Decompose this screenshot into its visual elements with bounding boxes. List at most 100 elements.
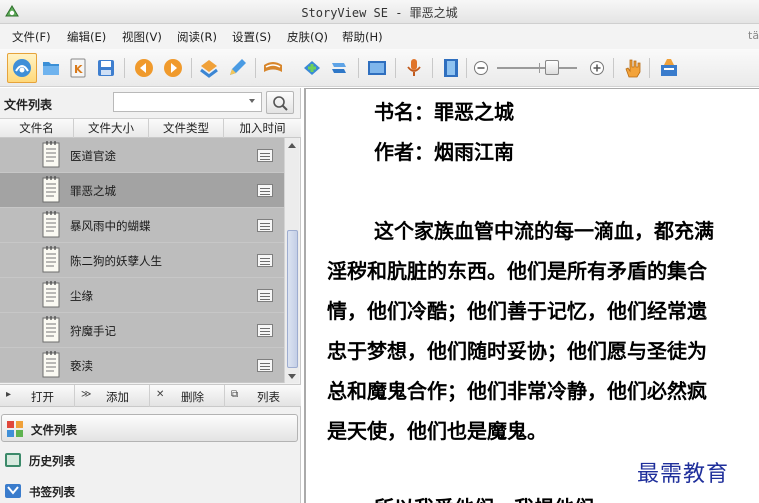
back-icon[interactable] — [133, 57, 155, 79]
column-filesize[interactable]: 文件大小 — [74, 119, 149, 138]
delete-button[interactable]: ✕ 删除 — [150, 385, 225, 407]
fullscreen-icon[interactable] — [366, 57, 388, 79]
document-icon — [42, 176, 60, 203]
add-bookmark-icon[interactable] — [301, 57, 323, 79]
zoom-in-icon[interactable] — [586, 57, 608, 79]
zoom-out-icon[interactable] — [470, 57, 492, 79]
search-button[interactable] — [266, 91, 294, 114]
text-line: 情，他们冷酷；他们善于记忆，他们经常遗 — [327, 299, 707, 323]
add-button[interactable]: ≫ 添加 — [75, 385, 150, 407]
nav-history-list[interactable]: 历史列表 — [0, 446, 299, 474]
text-line: 忠于梦想，他们随时妥协；他们愿与圣徒为 — [327, 339, 707, 363]
scrollbar-thumb[interactable] — [287, 230, 298, 368]
chevron-down-icon[interactable] — [249, 99, 255, 103]
refresh-icon[interactable] — [328, 57, 350, 79]
add-label: 添加 — [106, 390, 129, 404]
column-added-time[interactable]: 加入时间 — [224, 119, 301, 138]
page-layout-icon[interactable] — [440, 57, 462, 79]
text-line: 这个家族血管中流的每一滴血，都充满 — [374, 219, 714, 243]
list-menu-icon[interactable] — [257, 289, 273, 302]
file-name: 狩魔手记 — [70, 324, 116, 338]
reading-pane[interactable]: 书名：罪恶之城 作者：烟雨江南 这个家族血管中流的每一滴血，都充满 淫秽和肮脏的… — [304, 88, 759, 503]
list-view-label: 列表 — [257, 390, 280, 404]
menu-read[interactable]: 阅读(R) — [177, 29, 217, 45]
list-view-icon: ⧉ — [231, 389, 239, 400]
bookmark-k-icon[interactable]: K — [67, 57, 89, 79]
close-icon: ✕ — [156, 389, 165, 400]
list-menu-icon[interactable] — [257, 324, 273, 337]
column-filename[interactable]: 文件名 — [0, 119, 74, 138]
search-input[interactable] — [113, 92, 262, 112]
menu-settings[interactable]: 设置(S) — [232, 29, 271, 45]
history-icon — [5, 453, 21, 467]
list-menu-icon[interactable] — [257, 359, 273, 372]
file-action-bar: ▸ 打开 ≫ 添加 ✕ 删除 ⧉ 列表 — [0, 384, 301, 407]
file-list-panel: 文件列表 文件名 文件大小 文件类型 加入时间 医道官途 罪恶之城 暴风雨中的蝴 — [0, 88, 301, 503]
list-view-button[interactable]: ⧉ 列表 — [225, 385, 301, 407]
arrow-right-icon: ▸ — [6, 389, 12, 400]
file-list-scrollbar[interactable] — [284, 138, 299, 383]
open-label: 打开 — [31, 390, 54, 404]
menu-file[interactable]: 文件(F) — [12, 29, 51, 45]
scroll-down-icon[interactable] — [288, 374, 296, 379]
list-menu-icon[interactable] — [257, 219, 273, 232]
list-item[interactable]: 陈二狗的妖孽人生 — [0, 243, 284, 278]
nav-bookmark-list-label: 书签列表 — [29, 485, 75, 499]
text-line: 所以我爱他们，我惧他们 — [374, 492, 594, 503]
file-name: 医道官途 — [70, 149, 116, 163]
menu-edit[interactable]: 编辑(E) — [67, 29, 106, 45]
menu-bar: 文件(F) 编辑(E) 视图(V) 阅读(R) 设置(S) 皮肤(Q) 帮助(H… — [0, 24, 759, 49]
list-menu-icon[interactable] — [257, 254, 273, 267]
column-filetype[interactable]: 文件类型 — [149, 119, 224, 138]
library-icon[interactable] — [7, 53, 37, 83]
zoom-slider[interactable] — [497, 60, 577, 76]
open-button[interactable]: ▸ 打开 — [0, 385, 75, 407]
search-icon — [273, 96, 288, 111]
save-icon[interactable] — [95, 57, 117, 79]
color-icon[interactable] — [198, 57, 220, 79]
double-chevron-icon: ≫ — [81, 389, 92, 400]
document-icon — [42, 246, 60, 273]
nav-file-list[interactable]: 文件列表 — [1, 414, 298, 442]
hand-icon[interactable] — [621, 57, 643, 79]
document-icon — [42, 141, 60, 168]
text-line: 淫秽和肮脏的东西。他们是所有矛盾的集合 — [327, 259, 707, 283]
menu-help[interactable]: 帮助(H) — [342, 29, 383, 45]
list-item[interactable]: 狩魔手记 — [0, 313, 284, 348]
file-list-icon — [7, 421, 23, 437]
toolbar: K — [0, 49, 759, 87]
forward-icon[interactable] — [162, 57, 184, 79]
open-folder-icon[interactable] — [40, 57, 62, 79]
file-list: 医道官途 罪恶之城 暴风雨中的蝴蝶 陈二狗的妖孽人生 尘缘 狩魔手记 亵渎 — [0, 138, 284, 383]
list-menu-icon[interactable] — [257, 184, 273, 197]
watermark: 最需教育 — [637, 462, 730, 487]
nav-file-list-label: 文件列表 — [31, 423, 77, 437]
list-item[interactable]: 尘缘 — [0, 278, 284, 313]
list-item[interactable]: 暴风雨中的蝴蝶 — [0, 208, 284, 243]
menu-view[interactable]: 视图(V) — [122, 29, 162, 45]
list-item[interactable]: 医道官途 — [0, 138, 284, 173]
menu-corner-text: tä — [748, 29, 759, 42]
title-bar: StoryView SE - 罪恶之城 — [0, 0, 759, 24]
microphone-icon[interactable] — [403, 57, 425, 79]
window-title: StoryView SE - 罪恶之城 — [301, 6, 458, 20]
svg-text:K: K — [74, 63, 83, 76]
settings-icon[interactable] — [658, 57, 680, 79]
panel-header: 文件列表 — [0, 88, 301, 118]
document-icon — [42, 281, 60, 308]
file-name: 陈二狗的妖孽人生 — [70, 254, 162, 268]
bookmark-icon — [5, 484, 21, 498]
edit-icon[interactable] — [226, 57, 248, 79]
menu-skin[interactable]: 皮肤(Q) — [287, 29, 328, 45]
list-item[interactable]: 罪恶之城 — [0, 173, 284, 208]
reading-icon[interactable] — [262, 57, 284, 79]
text-line: 是天使，他们也是魔鬼。 — [327, 419, 547, 443]
column-header: 文件名 文件大小 文件类型 加入时间 — [0, 118, 301, 138]
nav-bookmark-list[interactable]: 书签列表 — [0, 477, 299, 503]
list-item[interactable]: 亵渎 — [0, 348, 284, 383]
scroll-up-icon[interactable] — [288, 143, 296, 148]
document-icon — [42, 211, 60, 238]
file-name: 罪恶之城 — [70, 184, 116, 198]
file-name: 亵渎 — [70, 359, 93, 373]
list-menu-icon[interactable] — [257, 149, 273, 162]
